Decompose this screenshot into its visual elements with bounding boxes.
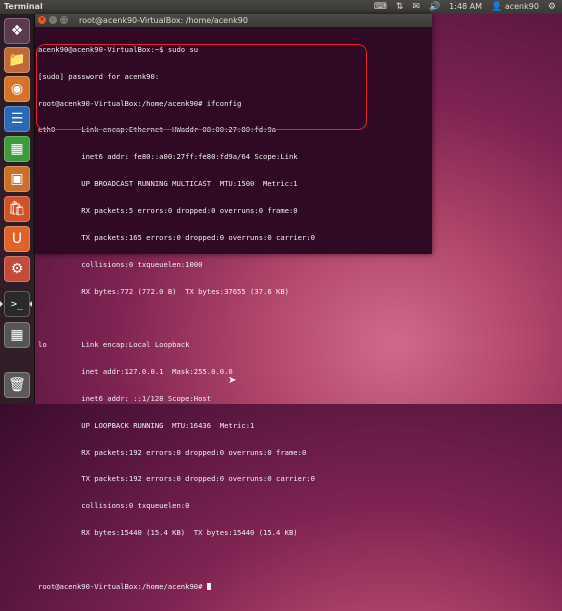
maximize-icon[interactable]: □	[60, 16, 68, 24]
workspace-switcher-button[interactable]: ▦	[4, 322, 30, 348]
terminal-icon: >_	[10, 298, 24, 310]
ubuntu-logo-icon: ❖	[10, 23, 24, 39]
terminal-line: collisions:0 txqueuelen:1000	[38, 259, 203, 269]
power-icon[interactable]: ⚙	[548, 0, 556, 14]
terminal-button[interactable]: >_	[0, 291, 32, 317]
calc-button[interactable]: ▦	[4, 136, 30, 162]
files-button[interactable]: 📁	[4, 47, 30, 73]
minimize-icon[interactable]: –	[49, 16, 57, 24]
workspace-icon: ▦	[10, 327, 24, 343]
ubuntu-one-button[interactable]: U	[4, 226, 30, 252]
firefox-button[interactable]: ◉	[4, 76, 30, 102]
terminal-line: inet6 addr: fe80::a00:27ff:fe80:fd9a/64 …	[38, 152, 298, 162]
focused-indicator	[29, 301, 32, 307]
terminal-line: [sudo] password for acenk90:	[38, 71, 160, 81]
terminal-line: TX packets:165 errors:0 dropped:0 overru…	[38, 232, 315, 242]
window-titlebar[interactable]: × – □ root@acenk90-VirtualBox: /home/ace…	[35, 14, 432, 27]
user-icon: 👤	[491, 2, 503, 12]
shopping-bag-icon: 🛍	[8, 201, 26, 217]
mail-icon[interactable]: ✉	[412, 0, 420, 14]
terminal-line: UP BROADCAST RUNNING MULTICAST MTU:1500 …	[38, 179, 298, 189]
terminal-output[interactable]: acenk90@acenk90-VirtualBox:~$ sudo su [s…	[35, 27, 432, 611]
terminal-line: lo Link encap:Local Loopback	[38, 340, 190, 350]
terminal-line: TX packets:192 errors:0 dropped:0 overru…	[38, 474, 315, 484]
active-app-title: Terminal	[4, 2, 43, 11]
terminal-window[interactable]: × – □ root@acenk90-VirtualBox: /home/ace…	[35, 14, 432, 591]
firefox-icon: ◉	[10, 81, 24, 97]
running-indicator	[0, 301, 3, 307]
terminal-line: RX bytes:772 (772.0 B) TX bytes:37655 (3…	[38, 286, 289, 296]
keyboard-layout-icon[interactable]: ⌨	[374, 0, 387, 14]
terminal-line: eth0 Link encap:Ethernet HWaddr 08:00:27…	[38, 125, 276, 135]
volume-icon[interactable]: 🔊	[429, 0, 440, 14]
launcher: ❖ 📁 ◉ ☰ ▦ ▣ 🛍 U ⚙ >_ ▦ 🗑	[0, 14, 35, 404]
terminal-line: UP LOOPBACK RUNNING MTU:16436 Metric:1	[38, 420, 255, 430]
window-title: root@acenk90-VirtualBox: /home/acenk90	[79, 16, 248, 25]
calc-icon: ▦	[10, 141, 24, 157]
terminal-line: acenk90@acenk90-VirtualBox:~$ sudo su	[38, 44, 199, 54]
text-cursor	[206, 583, 211, 591]
system-settings-button[interactable]: ⚙	[4, 256, 30, 282]
terminal-line: root@acenk90-VirtualBox:/home/acenk90# i…	[38, 98, 242, 108]
clock[interactable]: 1:48 AM	[449, 0, 482, 14]
user-name: acenk90	[504, 2, 539, 11]
terminal-line: inet6 addr: ::1/128 Scope:Host	[38, 393, 212, 403]
user-menu[interactable]: 👤 acenk90	[491, 0, 539, 14]
terminal-line: collisions:0 txqueuelen:0	[38, 501, 190, 511]
window-controls: × – □	[38, 16, 68, 24]
terminal-line: RX packets:192 errors:0 dropped:0 overru…	[38, 447, 307, 457]
close-icon[interactable]: ×	[38, 16, 46, 24]
trash-icon: 🗑	[8, 377, 26, 393]
prompt-text: root@acenk90-VirtualBox:/home/acenk90#	[38, 581, 207, 591]
impress-icon: ▣	[10, 171, 24, 187]
terminal-line: RX bytes:15440 (15.4 KB) TX bytes:15440 …	[38, 528, 298, 538]
trash-button[interactable]: 🗑	[4, 372, 30, 398]
folder-icon: 📁	[8, 52, 26, 68]
panel-indicators: ⌨ ⇅ ✉ 🔊 1:48 AM 👤 acenk90 ⚙	[374, 0, 556, 14]
ubuntu-one-icon: U	[11, 231, 23, 247]
dash-home-button[interactable]: ❖	[4, 18, 30, 44]
writer-icon: ☰	[10, 111, 24, 127]
terminal-line: RX packets:5 errors:0 dropped:0 overruns…	[38, 205, 298, 215]
network-icon[interactable]: ⇅	[396, 0, 404, 14]
impress-button[interactable]: ▣	[4, 166, 30, 192]
top-panel: Terminal ⌨ ⇅ ✉ 🔊 1:48 AM 👤 acenk90 ⚙	[0, 0, 562, 14]
software-center-button[interactable]: 🛍	[4, 196, 30, 222]
terminal-prompt-line[interactable]: root@acenk90-VirtualBox:/home/acenk90#	[38, 581, 429, 592]
gear-icon: ⚙	[10, 261, 24, 277]
writer-button[interactable]: ☰	[4, 106, 30, 132]
mouse-pointer-icon: ➤	[228, 375, 237, 386]
